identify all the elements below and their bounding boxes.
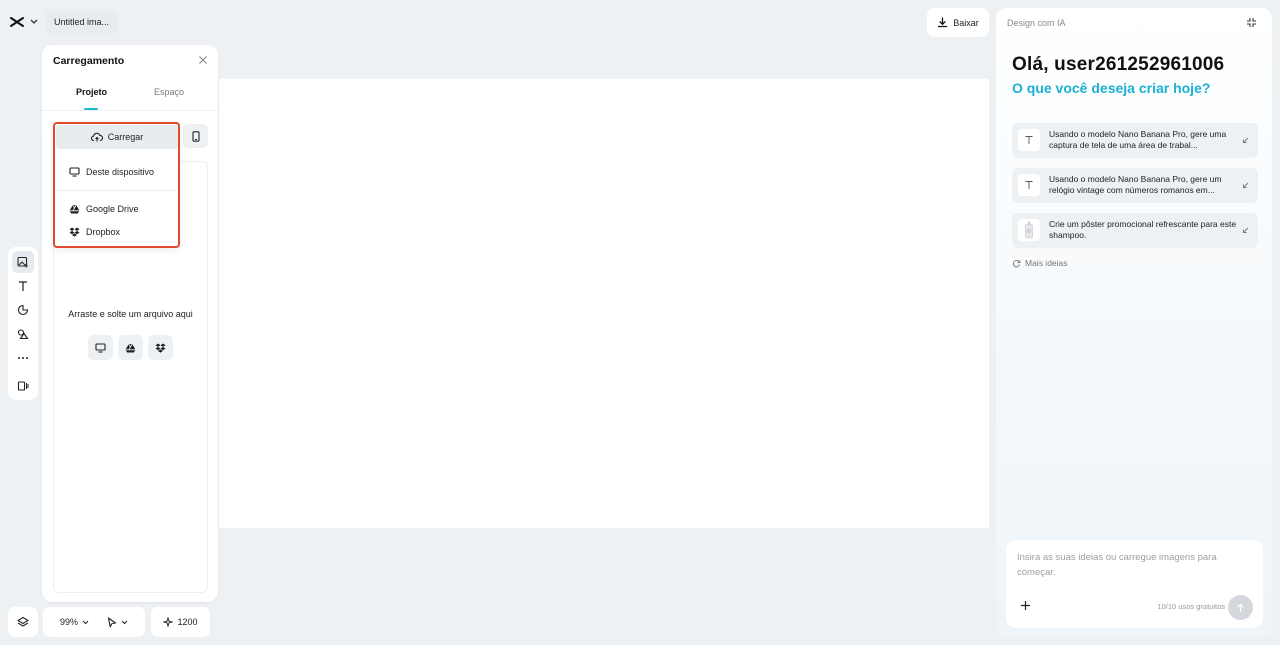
google-drive-icon xyxy=(69,204,80,214)
collapse-icon[interactable] xyxy=(1246,17,1257,28)
greeting-title: Olá, user261252961006 xyxy=(1012,54,1225,75)
upload-button-label: Carregar xyxy=(107,132,144,142)
dropzone-google-drive-button[interactable] xyxy=(118,335,143,360)
menu-item-google-drive[interactable]: Google Drive xyxy=(69,204,139,214)
google-drive-icon xyxy=(125,343,136,353)
pointer-icon xyxy=(107,616,117,628)
panel-title: Carregamento xyxy=(53,55,125,67)
text-tool[interactable] xyxy=(12,275,34,297)
cloud-upload-icon xyxy=(90,132,103,142)
text-icon xyxy=(17,280,29,292)
shapes-tool[interactable] xyxy=(12,323,34,345)
shampoo-thumbnail xyxy=(1018,219,1040,241)
credits-button[interactable]: 1200 xyxy=(151,607,210,637)
monitor-icon xyxy=(95,342,106,353)
sticker-tool[interactable] xyxy=(12,299,34,321)
image-upload-tool[interactable] xyxy=(12,251,34,273)
credits-count: 1200 xyxy=(177,617,198,627)
download-label: Baixar xyxy=(953,17,979,28)
tool-rail xyxy=(8,247,38,400)
arrow-down-left-icon xyxy=(1242,182,1249,189)
layers-icon xyxy=(17,616,29,628)
upload-from-phone-button[interactable] xyxy=(183,124,208,148)
menu-item-label: Deste dispositivo xyxy=(86,167,155,177)
text-icon xyxy=(1018,129,1040,151)
more-icon xyxy=(17,356,29,360)
chevron-down-icon xyxy=(82,620,89,625)
image-add-icon xyxy=(17,256,29,268)
prompt-input[interactable] xyxy=(1017,550,1242,586)
idea-card[interactable]: Crie um pôster promocional refrescante p… xyxy=(1012,213,1258,248)
dropzone-sources xyxy=(54,335,207,360)
tab-espaco[interactable]: Espaço xyxy=(154,87,184,97)
shapes-icon xyxy=(17,328,29,340)
layers-button[interactable] xyxy=(8,607,38,637)
idea-text: Usando o modelo Nano Banana Pro, gere um… xyxy=(1049,129,1227,150)
upload-button[interactable]: Carregar xyxy=(56,125,178,149)
idea-text: Usando o modelo Nano Banana Pro, gere um… xyxy=(1049,174,1222,195)
ai-panel-header: Design com IA xyxy=(1007,18,1066,28)
upload-source-menu: Carregar Deste dispositivo Google Drive … xyxy=(53,122,180,248)
more-tools[interactable] xyxy=(12,347,34,369)
tab-projeto[interactable]: Projeto xyxy=(76,87,107,97)
dropbox-icon xyxy=(155,343,166,353)
document-title[interactable]: Untitled ima... xyxy=(46,9,118,35)
arrow-down-left-icon xyxy=(1242,137,1249,144)
text-icon xyxy=(1018,174,1040,196)
refresh-icon xyxy=(1012,259,1021,268)
phone-icon xyxy=(191,130,200,142)
zoom-controls: 99% xyxy=(43,607,145,637)
idea-card[interactable]: Usando o modelo Nano Banana Pro, gere um… xyxy=(1012,123,1258,158)
design-canvas[interactable] xyxy=(219,79,989,528)
close-icon[interactable] xyxy=(198,55,210,67)
dropzone-text: Arraste e solte um arquivo aqui xyxy=(68,309,193,319)
pointer-tool-dropdown[interactable] xyxy=(107,616,128,628)
menu-item-device[interactable]: Deste dispositivo xyxy=(69,167,154,177)
dropzone-device-button[interactable] xyxy=(88,335,113,360)
capcut-logo-icon xyxy=(10,16,24,28)
idea-text: Crie um pôster promocional refrescante p… xyxy=(1049,219,1237,240)
menu-item-label: Google Drive xyxy=(86,204,139,214)
download-icon xyxy=(937,17,948,28)
chevron-down-icon xyxy=(30,19,38,25)
menu-item-label: Dropbox xyxy=(86,227,121,237)
greeting-subtitle: O que você deseja criar hoje? xyxy=(1012,80,1211,96)
download-button[interactable]: Baixar xyxy=(927,8,989,37)
sticker-icon xyxy=(17,304,29,316)
more-ideas-label: Mais ideias xyxy=(1025,258,1068,268)
zoom-dropdown[interactable]: 99% xyxy=(60,617,89,627)
menu-divider xyxy=(55,190,178,191)
idea-card[interactable]: Usando o modelo Nano Banana Pro, gere um… xyxy=(1012,168,1258,203)
menu-item-dropbox[interactable]: Dropbox xyxy=(69,227,120,237)
dropzone-dropbox-button[interactable] xyxy=(148,335,173,360)
resize-tool[interactable] xyxy=(12,375,34,397)
ai-design-panel: Design com IA Olá, user261252961006 O qu… xyxy=(996,8,1272,637)
arrow-up-icon xyxy=(1236,603,1245,613)
arrow-down-left-icon xyxy=(1242,227,1249,234)
sparkle-icon xyxy=(163,617,174,627)
send-button[interactable] xyxy=(1228,595,1253,620)
usage-counter: 10/10 usos gratuitos xyxy=(1157,602,1225,611)
zoom-level: 99% xyxy=(59,617,78,627)
panel-tabs: Projeto Espaço xyxy=(42,79,218,111)
dropbox-icon xyxy=(69,227,80,237)
active-tab-indicator xyxy=(84,108,98,110)
chevron-down-icon xyxy=(121,620,128,625)
monitor-icon xyxy=(69,167,80,177)
app-logo-menu[interactable] xyxy=(10,12,46,32)
more-ideas-button[interactable]: Mais ideias xyxy=(1012,258,1068,268)
resize-icon xyxy=(17,380,29,392)
plus-icon[interactable] xyxy=(1020,600,1032,612)
prompt-box: 10/10 usos gratuitos xyxy=(1006,540,1263,628)
